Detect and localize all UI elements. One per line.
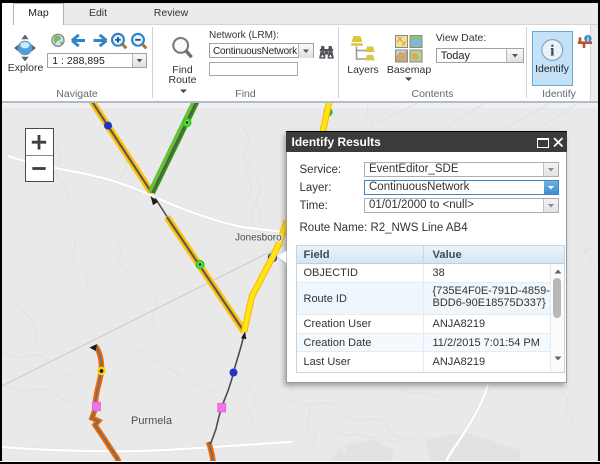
svg-text:Purmela: Purmela [131,415,173,427]
svg-text:Jonesboro: Jonesboro [235,233,282,244]
svg-text:i: i [550,42,555,59]
svg-text:i: i [587,34,589,43]
